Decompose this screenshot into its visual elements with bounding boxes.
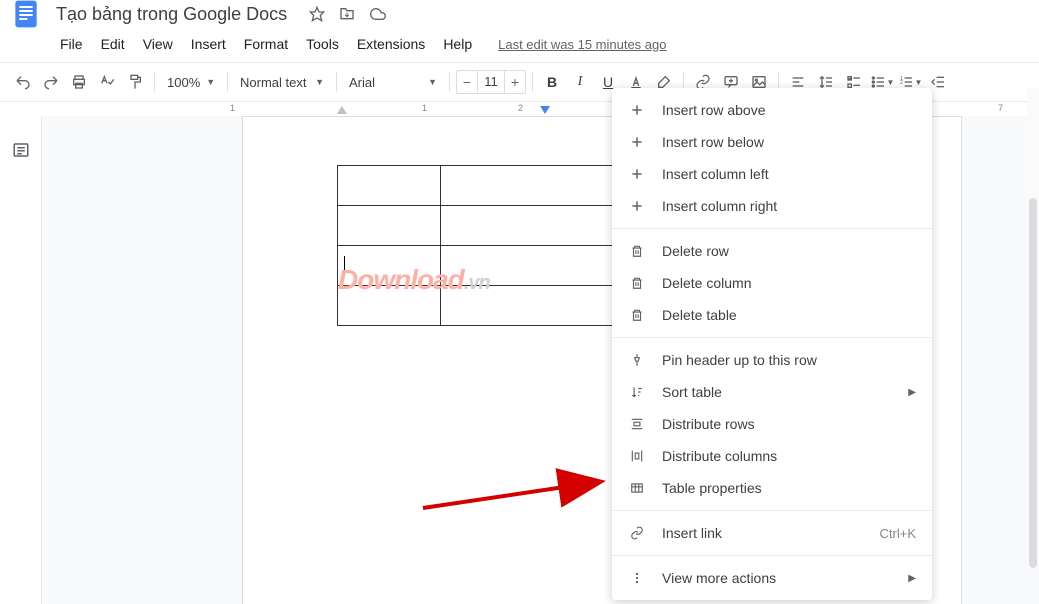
italic-button[interactable]: I	[567, 69, 593, 95]
font-size-group: − 11 +	[456, 70, 526, 94]
distribute-rows-icon	[628, 415, 646, 433]
redo-button[interactable]	[38, 69, 64, 95]
bold-button[interactable]: B	[539, 69, 565, 95]
plus-icon	[628, 197, 646, 215]
menu-edit[interactable]: Edit	[93, 34, 133, 54]
distribute-columns-icon	[628, 447, 646, 465]
plus-icon	[628, 101, 646, 119]
cm-insert-column-left[interactable]: Insert column left	[612, 158, 932, 190]
trash-icon	[628, 274, 646, 292]
cm-delete-row[interactable]: Delete row	[612, 235, 932, 267]
menu-insert[interactable]: Insert	[183, 34, 234, 54]
cm-distribute-rows[interactable]: Distribute rows	[612, 408, 932, 440]
cm-delete-column[interactable]: Delete column	[612, 267, 932, 299]
sort-icon	[628, 383, 646, 401]
font-dropdown[interactable]: Arial▼	[343, 69, 443, 95]
menubar: File Edit View Insert Format Tools Exten…	[0, 32, 1039, 56]
cm-pin-header[interactable]: Pin header up to this row	[612, 344, 932, 376]
cm-insert-column-right[interactable]: Insert column right	[612, 190, 932, 222]
table-properties-icon	[628, 479, 646, 497]
svg-text:2: 2	[900, 80, 903, 86]
cm-insert-link[interactable]: Insert link Ctrl+K	[612, 517, 932, 549]
last-edit-link[interactable]: Last edit was 15 minutes ago	[498, 37, 666, 52]
cm-sort-table[interactable]: Sort table ▶	[612, 376, 932, 408]
menu-extensions[interactable]: Extensions	[349, 34, 433, 54]
left-sidebar	[0, 116, 42, 604]
cm-table-properties[interactable]: Table properties	[612, 472, 932, 504]
star-icon[interactable]	[309, 6, 325, 22]
annotation-arrow	[418, 460, 618, 520]
font-size-decrease[interactable]: −	[457, 71, 477, 93]
more-icon	[628, 569, 646, 587]
cm-view-more-actions[interactable]: View more actions ▶	[612, 562, 932, 594]
link-icon	[628, 524, 646, 542]
trash-icon	[628, 306, 646, 324]
pin-icon	[628, 351, 646, 369]
cm-delete-table[interactable]: Delete table	[612, 299, 932, 331]
trash-icon	[628, 242, 646, 260]
font-size-value[interactable]: 11	[477, 71, 505, 93]
cm-insert-row-below[interactable]: Insert row below	[612, 126, 932, 158]
spellcheck-button[interactable]	[94, 69, 120, 95]
menu-help[interactable]: Help	[435, 34, 480, 54]
watermark: Download.vn	[338, 264, 490, 296]
font-size-increase[interactable]: +	[505, 71, 525, 93]
menu-tools[interactable]: Tools	[298, 34, 347, 54]
paragraph-style-dropdown[interactable]: Normal text▼	[234, 69, 330, 95]
document-title[interactable]: Tạo bảng trong Google Docs	[56, 4, 287, 25]
menu-file[interactable]: File	[52, 34, 91, 54]
docs-logo[interactable]	[8, 0, 44, 32]
cm-distribute-columns[interactable]: Distribute columns	[612, 440, 932, 472]
chevron-right-icon: ▶	[908, 387, 916, 398]
zoom-dropdown[interactable]: 100%▼	[161, 69, 221, 95]
paint-format-button[interactable]	[122, 69, 148, 95]
context-menu: Insert row above Insert row below Insert…	[612, 88, 932, 600]
print-button[interactable]	[66, 69, 92, 95]
undo-button[interactable]	[10, 69, 36, 95]
cm-insert-row-above[interactable]: Insert row above	[612, 94, 932, 126]
indent-marker-icon[interactable]	[539, 105, 551, 115]
show-outline-button[interactable]	[7, 136, 35, 164]
vertical-scrollbar[interactable]	[1027, 88, 1039, 568]
menu-format[interactable]: Format	[236, 34, 296, 54]
plus-icon	[628, 165, 646, 183]
plus-icon	[628, 133, 646, 151]
move-icon[interactable]	[339, 6, 355, 22]
indent-marker-left-icon[interactable]	[336, 105, 348, 115]
scrollbar-thumb[interactable]	[1029, 198, 1037, 568]
cloud-status-icon[interactable]	[369, 6, 387, 22]
menu-view[interactable]: View	[135, 34, 181, 54]
chevron-right-icon: ▶	[908, 573, 916, 584]
